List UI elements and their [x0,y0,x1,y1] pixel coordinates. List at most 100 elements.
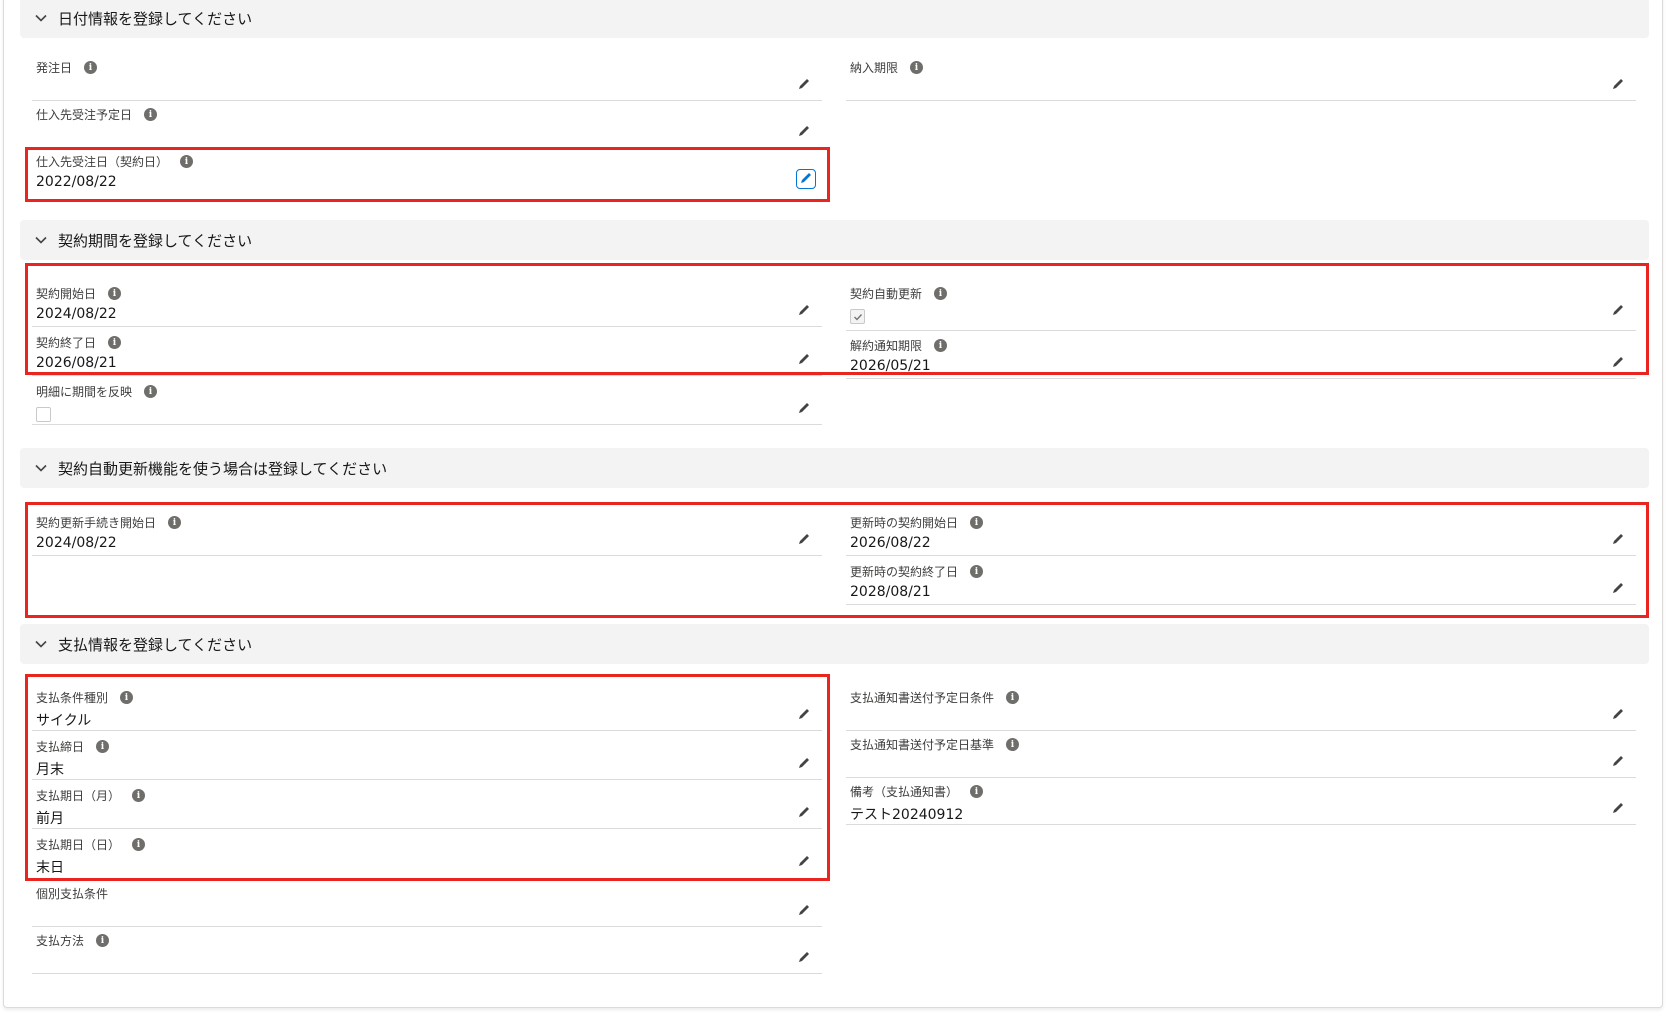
field-renewal-proc-start: 契約更新手続き開始日 i 2024/08/22 [32,508,822,556]
edit-payment-method-button[interactable] [796,950,812,966]
field-label: 契約終了日 [36,336,97,350]
field-value: 2026/08/21 [36,355,117,371]
edit-supplier-contract-date-button[interactable] [796,169,816,189]
info-icon[interactable]: i [108,287,122,300]
info-icon[interactable]: i [144,385,158,398]
field-value: テスト20240912 [850,807,964,823]
chevron-down-icon [34,637,48,651]
field-value: 2024/08/22 [36,535,117,551]
field-label: 解約通知期限 [850,339,923,353]
field-closing-date: 支払締日 i 月末 [32,732,822,780]
info-icon[interactable]: i [180,155,194,168]
edit-contract-start-date-button[interactable] [796,303,812,319]
pencil-icon [797,531,811,550]
edit-cancel-notice-deadline-button[interactable] [1610,355,1626,371]
field-value: 末日 [36,860,64,876]
info-icon[interactable]: i [934,339,948,352]
info-icon[interactable]: i [1006,738,1020,751]
section-title: 契約期間を登録してください [58,231,253,250]
chevron-down-icon [34,11,48,25]
field-cancel-notice-deadline: 解約通知期限 i 2026/05/21 [846,331,1636,379]
pencil-icon [797,351,811,370]
field-remarks: 備考（支払通知書） i テスト20240912 [846,777,1636,825]
edit-delivery-deadline-button[interactable] [1610,77,1626,93]
section-header-date-info[interactable]: 日付情報を登録してください [20,0,1649,38]
field-contract-end-date: 契約終了日 i 2026/08/21 [32,328,822,376]
field-renewal-start: 更新時の契約開始日 i 2026/08/22 [846,508,1636,556]
field-value: サイクル [36,713,92,729]
edit-notice-send-condition-button[interactable] [1610,707,1626,723]
info-icon[interactable]: i [970,785,984,798]
pencil-icon [797,123,811,142]
edit-auto-renew-button[interactable] [1610,303,1626,319]
edit-individual-terms-button[interactable] [796,903,812,919]
edit-remarks-button[interactable] [1610,801,1626,817]
edit-renewal-end-button[interactable] [1610,581,1626,597]
field-individual-terms: 個別支払条件 [32,879,822,927]
field-payment-method: 支払方法 i [32,926,822,974]
info-icon[interactable]: i [132,838,146,851]
pencil-icon [1611,302,1625,321]
pencil-icon [1611,531,1625,550]
section-header-payment-info[interactable]: 支払情報を登録してください [20,624,1649,664]
auto-renew-checkbox [850,309,865,324]
pencil-icon [797,755,811,774]
field-label: 支払方法 [36,934,85,948]
pencil-icon [1611,706,1625,725]
field-value: 前月 [36,811,64,827]
info-icon[interactable]: i [120,691,134,704]
field-value: 2026/05/21 [850,358,931,374]
edit-payment-month-button[interactable] [796,805,812,821]
field-label: 契約開始日 [36,287,97,301]
info-icon[interactable]: i [96,934,110,947]
pencil-icon [797,76,811,95]
edit-contract-end-date-button[interactable] [796,352,812,368]
field-label: 支払条件種別 [36,691,109,705]
reflect-period-checkbox [36,407,51,422]
edit-renewal-start-button[interactable] [1610,532,1626,548]
info-icon[interactable]: i [1006,691,1020,704]
info-icon[interactable]: i [168,516,182,529]
field-value: 2022/08/22 [36,174,117,190]
field-value: 2026/08/22 [850,535,931,551]
edit-supplier-planned-date-button[interactable] [796,124,812,140]
edit-notice-send-basis-button[interactable] [1610,754,1626,770]
section-header-contract-period[interactable]: 契約期間を登録してください [20,220,1649,260]
info-icon[interactable]: i [934,287,948,300]
field-payment-month: 支払期日（月） i 前月 [32,781,822,829]
field-payment-day: 支払期日（日） i 末日 [32,830,822,878]
field-label: 仕入先受注日（契約日） [36,155,169,169]
edit-payment-day-button[interactable] [796,854,812,870]
field-label: 支払締日 [36,740,85,754]
field-label: 更新時の契約終了日 [850,565,959,579]
field-label: 支払通知書送付予定日条件 [850,691,995,705]
field-label: 仕入先受注予定日 [36,108,133,122]
edit-closing-date-button[interactable] [796,756,812,772]
pencil-icon [797,706,811,725]
field-supplier-contract-date: 仕入先受注日（契約日） i 2022/08/22 [32,147,822,195]
edit-reflect-period-button[interactable] [796,401,812,417]
edit-order-date-button[interactable] [796,77,812,93]
checkmark-icon [853,307,863,326]
field-auto-renew: 契約自動更新 i [846,279,1636,331]
info-icon[interactable]: i [910,61,924,74]
info-icon[interactable]: i [144,108,158,121]
info-icon[interactable]: i [132,789,146,802]
edit-renewal-proc-start-button[interactable] [796,532,812,548]
info-icon[interactable]: i [970,565,984,578]
field-supplier-planned-date: 仕入先受注予定日 i [32,100,822,148]
info-icon[interactable]: i [970,516,984,529]
section-header-auto-renew[interactable]: 契約自動更新機能を使う場合は登録してください [20,448,1649,488]
info-icon[interactable]: i [84,61,98,74]
info-icon[interactable]: i [96,740,110,753]
edit-payment-terms-type-button[interactable] [796,707,812,723]
field-label: 備考（支払通知書） [850,785,959,799]
field-payment-terms-type: 支払条件種別 i サイクル [32,683,822,731]
field-label: 支払期日（月） [36,789,121,803]
pencil-icon [797,949,811,968]
field-value: 2024/08/22 [36,306,117,322]
info-icon[interactable]: i [108,336,122,349]
pencil-icon [1611,76,1625,95]
pencil-icon [797,853,811,872]
field-label: 納入期限 [850,61,899,75]
